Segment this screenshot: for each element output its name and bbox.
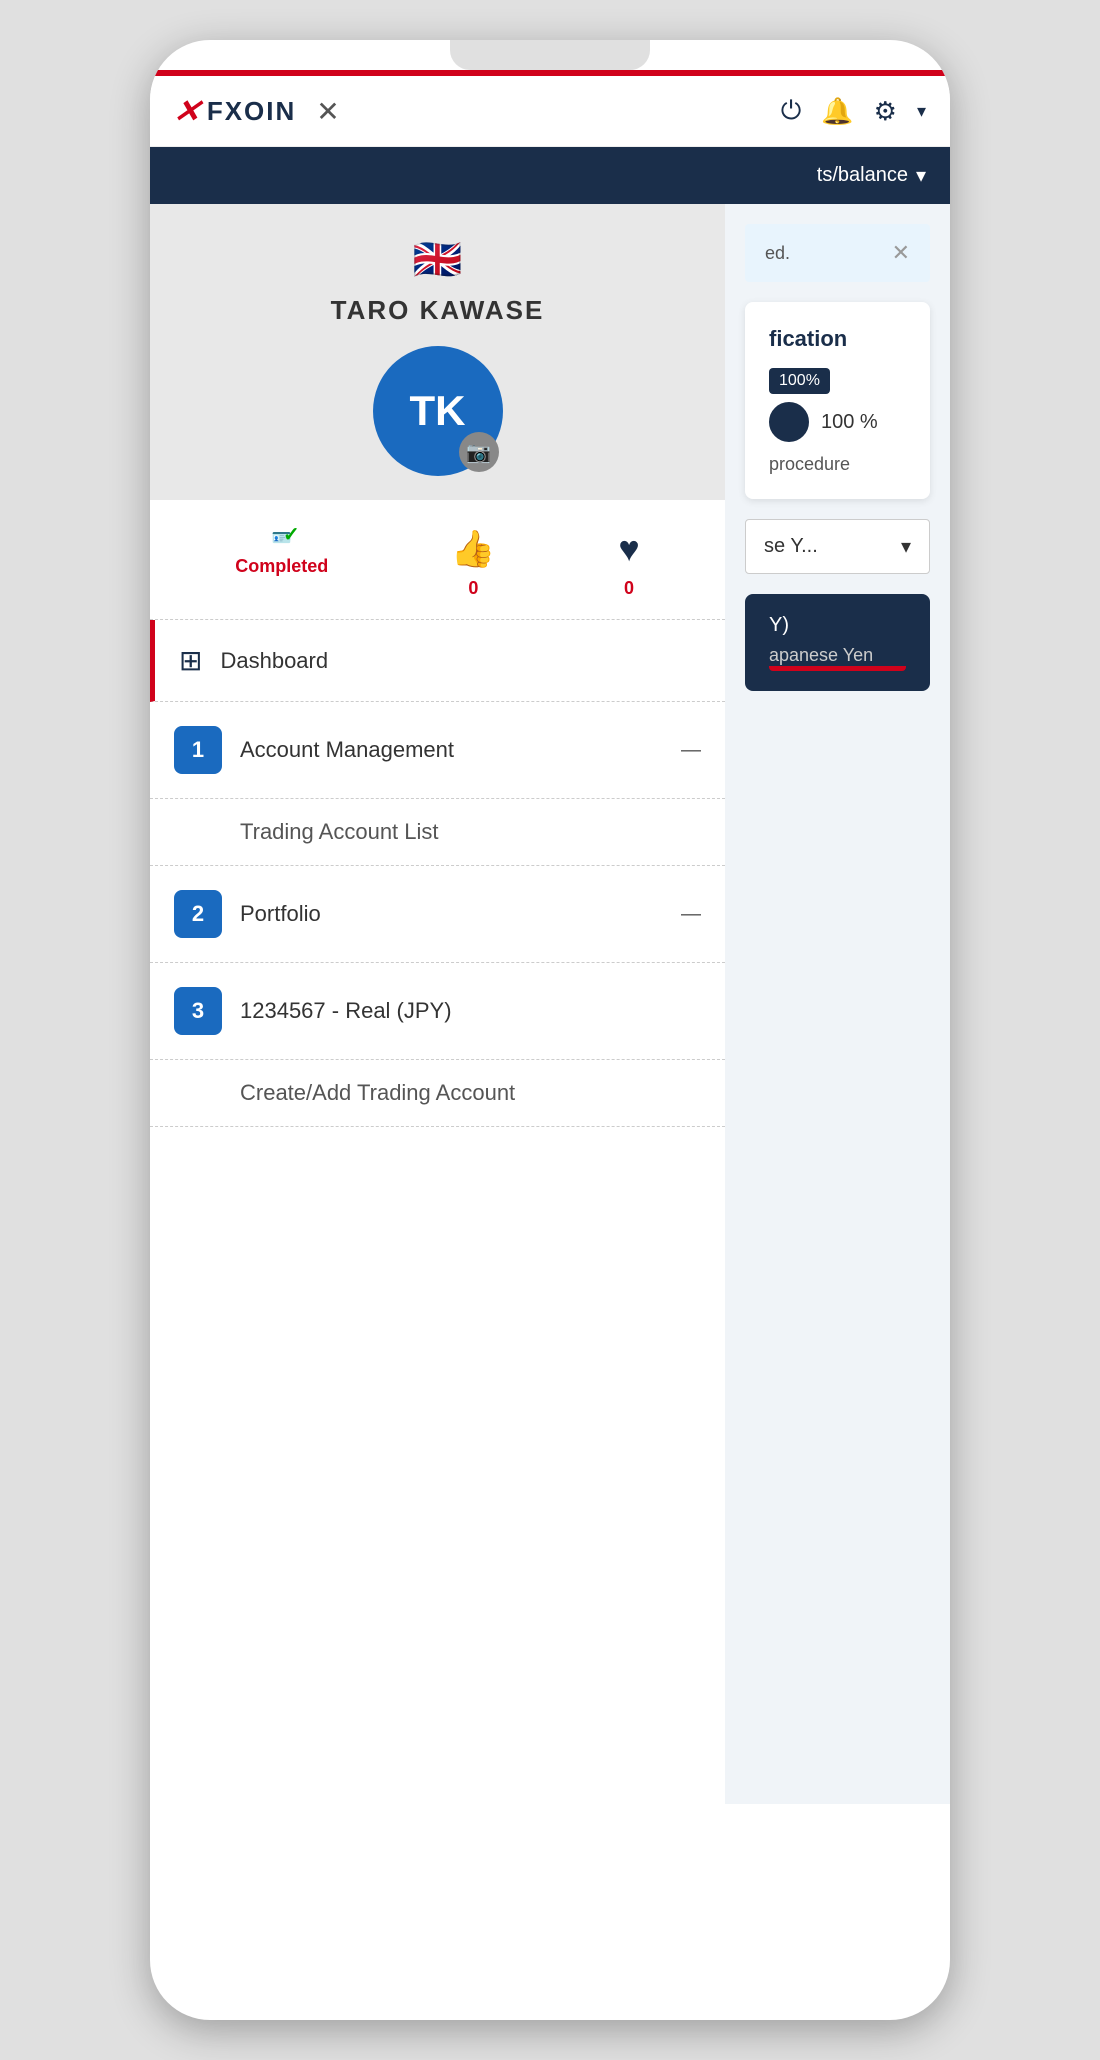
account-management-label: Account Management (240, 737, 663, 763)
drawer-overlay: 🇬🇧 TARO KAWASE TK 📷 🪪 ✓ (150, 204, 950, 1804)
power-icon[interactable]: ⏻ (781, 95, 802, 127)
thumbs-up-icon: 👍 (451, 528, 496, 570)
header: ✕ FXOIN ✕ ⏻ 🔔 ⚙ ▾ (150, 76, 950, 147)
profile-section: 🇬🇧 TARO KAWASE TK 📷 (150, 204, 725, 500)
portfolio-badge: 2 (174, 890, 222, 938)
progress-text: 100 % (821, 411, 878, 434)
account-management-badge: 1 (174, 726, 222, 774)
id-card-icon: 🪪 ✓ (272, 528, 292, 548)
portfolio-num: 2 (192, 901, 204, 927)
logo: ✕ FXOIN (174, 92, 296, 130)
progress-circle (769, 402, 809, 442)
nav-items: ⊞ Dashboard 1 Account Management — Tradi… (150, 620, 725, 1127)
favorites-value: 0 (624, 578, 634, 599)
gear-icon[interactable]: ⚙ (874, 96, 897, 127)
stats-row: 🪪 ✓ Completed 👍 0 ♥ 0 (150, 500, 725, 620)
stat-likes: 👍 0 (451, 528, 496, 599)
real-account-num: 3 (192, 998, 204, 1024)
phone-notch (450, 40, 650, 70)
right-content: ed. ✕ fication 100% 100 % procedure se Y… (725, 204, 950, 1804)
heart-icon: ♥ (618, 528, 639, 570)
notification-close-button[interactable]: ✕ (892, 240, 910, 266)
avatar-initials: TK (410, 387, 466, 435)
balance-chevron-icon: ▾ (916, 163, 926, 188)
portfolio-label: Portfolio (240, 901, 663, 927)
dropdown-chevron-icon: ▾ (901, 534, 911, 559)
trading-account-list-label: Trading Account List (240, 819, 439, 844)
account-red-bar (769, 666, 906, 671)
drawer: 🇬🇧 TARO KAWASE TK 📷 🪪 ✓ (150, 204, 725, 1804)
logo-x-icon: ✕ (171, 92, 205, 130)
progress-bar-container: 100 % (769, 402, 906, 442)
nav-item-account-management[interactable]: 1 Account Management — (150, 702, 725, 799)
logo-text: FXOIN (207, 96, 296, 127)
collapse-icon: — (681, 739, 701, 762)
avatar-camera-button[interactable]: 📷 (459, 432, 499, 472)
nav-item-real-account[interactable]: 3 1234567 - Real (JPY) (150, 963, 725, 1060)
nav-item-dashboard[interactable]: ⊞ Dashboard (150, 620, 725, 702)
account-type: Y) (769, 614, 906, 637)
nav-item-portfolio[interactable]: 2 Portfolio — (150, 866, 725, 963)
balance-button[interactable]: ts/balance ▾ (817, 163, 926, 188)
chevron-down-icon[interactable]: ▾ (917, 101, 926, 122)
verification-title: fication (769, 326, 906, 352)
phone-frame: ✕ FXOIN ✕ ⏻ 🔔 ⚙ ▾ ts/balance ▾ 🇬🇧 TARO K… (150, 40, 950, 2020)
currency-select-value: se Y... (764, 535, 818, 558)
dashboard-label: Dashboard (220, 648, 701, 674)
stat-favorites: ♥ 0 (618, 528, 639, 599)
header-right: ⏻ 🔔 ⚙ ▾ (781, 95, 926, 127)
portfolio-collapse-icon: — (681, 903, 701, 926)
account-management-num: 1 (192, 737, 204, 763)
real-account-badge: 3 (174, 987, 222, 1035)
header-left: ✕ FXOIN ✕ (174, 92, 340, 130)
nav-item-create-account[interactable]: Create/Add Trading Account (150, 1060, 725, 1127)
completed-label: Completed (235, 556, 328, 577)
progress-badge: 100% (769, 368, 830, 394)
account-card: Y) apanese Yen (745, 594, 930, 691)
currency-select[interactable]: se Y... ▾ (745, 519, 930, 574)
create-account-label: Create/Add Trading Account (240, 1080, 515, 1105)
avatar-container: TK 📷 (373, 346, 503, 476)
account-currency: apanese Yen (769, 645, 906, 666)
procedure-text: procedure (769, 454, 906, 475)
flag-icon: 🇬🇧 (174, 236, 701, 283)
notification-bar: ed. ✕ (745, 224, 930, 282)
nav-bar: ts/balance ▾ (150, 147, 950, 204)
notification-text: ed. (765, 243, 790, 264)
camera-icon: 📷 (466, 440, 491, 465)
user-name: TARO KAWASE (174, 295, 701, 326)
likes-value: 0 (468, 578, 478, 599)
verification-card: fication 100% 100 % procedure (745, 302, 930, 499)
bell-icon[interactable]: 🔔 (821, 96, 853, 127)
real-account-label: 1234567 - Real (JPY) (240, 998, 701, 1024)
check-icon: ✓ (283, 522, 300, 547)
stat-completed: 🪪 ✓ Completed (235, 528, 328, 599)
dashboard-grid-icon: ⊞ (179, 644, 202, 677)
balance-label: ts/balance (817, 164, 908, 187)
close-button[interactable]: ✕ (316, 95, 339, 128)
nav-item-trading-account-list[interactable]: Trading Account List (150, 799, 725, 866)
